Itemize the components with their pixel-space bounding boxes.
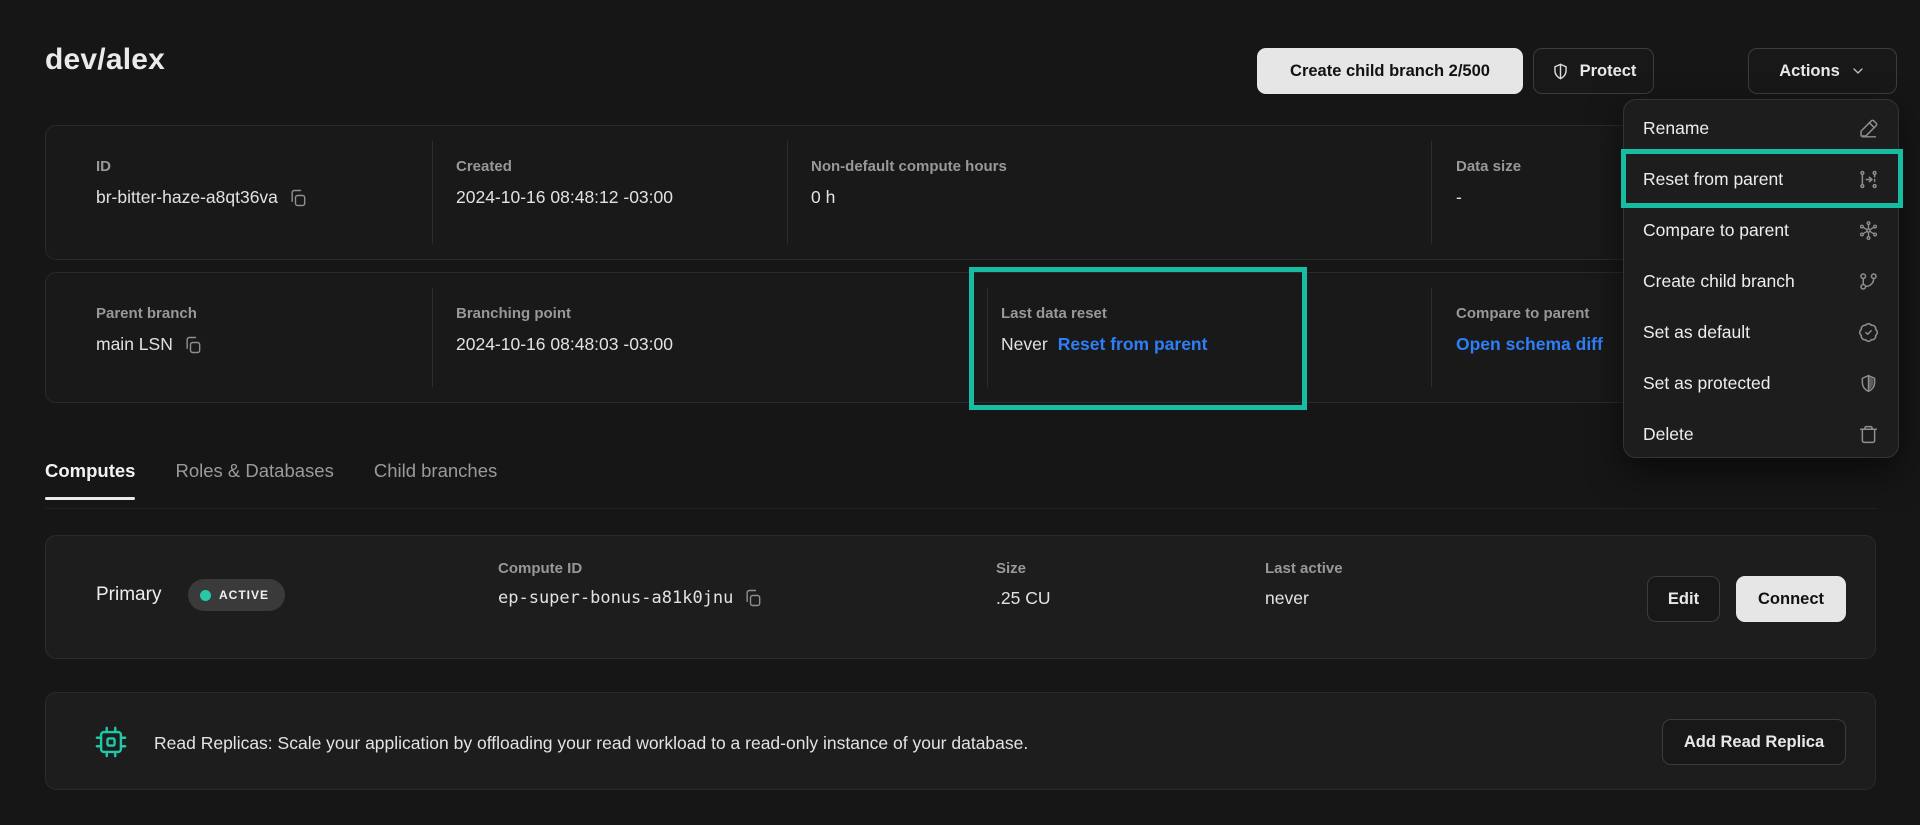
copy-icon[interactable] bbox=[183, 335, 203, 355]
data-size-field: Data size - bbox=[1456, 158, 1521, 208]
compute-id-value: ep-super-bonus-a81k0jnu bbox=[498, 588, 733, 608]
menu-item-rename[interactable]: Rename bbox=[1624, 103, 1898, 154]
cpu-chip-icon bbox=[94, 725, 128, 759]
protect-button[interactable]: Protect bbox=[1533, 48, 1654, 94]
copy-icon[interactable] bbox=[743, 588, 763, 608]
pencil-icon bbox=[1858, 118, 1879, 139]
trash-icon bbox=[1858, 424, 1879, 445]
compare-to-parent-field: Compare to parent Open schema diff bbox=[1456, 305, 1603, 355]
shield-icon bbox=[1551, 62, 1570, 81]
menu-item-delete[interactable]: Delete bbox=[1624, 409, 1898, 460]
compute-name: Primary bbox=[96, 584, 161, 606]
menu-item-reset-from-parent[interactable]: Reset from parent bbox=[1624, 154, 1898, 205]
divider bbox=[432, 288, 433, 387]
parent-info-card: Parent branch main LSN Branching point 2… bbox=[45, 272, 1876, 403]
schema-compare-icon bbox=[1858, 220, 1879, 241]
git-branch-icon bbox=[1858, 271, 1879, 292]
menu-item-compare-to-parent[interactable]: Compare to parent bbox=[1624, 205, 1898, 256]
menu-item-set-as-default[interactable]: Set as default bbox=[1624, 307, 1898, 358]
branch-info-card: ID br-bitter-haze-a8qt36va Created 2024-… bbox=[45, 125, 1876, 260]
actions-button[interactable]: Actions bbox=[1748, 48, 1897, 94]
reset-from-parent-link[interactable]: Reset from parent bbox=[1058, 334, 1208, 355]
branch-tabs: Computes Roles & Databases Child branche… bbox=[45, 460, 497, 500]
shield-icon bbox=[1858, 373, 1879, 394]
divider bbox=[432, 141, 433, 244]
created-field: Created 2024-10-16 08:48:12 -03:00 bbox=[456, 158, 673, 208]
badge-check-icon bbox=[1858, 322, 1879, 343]
read-replicas-text: Read Replicas: Scale your application by… bbox=[154, 733, 1028, 754]
edit-button[interactable]: Edit bbox=[1647, 576, 1720, 622]
compute-id-field: Compute ID ep-super-bonus-a81k0jnu bbox=[498, 560, 763, 608]
branch-page: dev/alex Create child branch 2/500 Prote… bbox=[0, 0, 1920, 825]
menu-item-create-child-branch[interactable]: Create child branch bbox=[1624, 256, 1898, 307]
create-child-branch-button[interactable]: Create child branch 2/500 bbox=[1257, 48, 1523, 94]
divider bbox=[987, 288, 988, 387]
tab-roles-databases[interactable]: Roles & Databases bbox=[175, 460, 333, 500]
actions-menu: Rename Reset from parent Compare to pare… bbox=[1623, 99, 1899, 458]
tab-child-branches[interactable]: Child branches bbox=[374, 460, 497, 500]
branch-id-field: ID br-bitter-haze-a8qt36va bbox=[96, 158, 308, 208]
divider bbox=[1431, 141, 1432, 244]
tab-computes[interactable]: Computes bbox=[45, 460, 135, 500]
branching-point-field: Branching point 2024-10-16 08:48:03 -03:… bbox=[456, 305, 673, 355]
open-schema-diff-link[interactable]: Open schema diff bbox=[1456, 334, 1603, 355]
chevron-down-icon bbox=[1850, 63, 1866, 79]
size-field: Size .25 CU bbox=[996, 560, 1050, 609]
read-replicas-banner: Read Replicas: Scale your application by… bbox=[45, 692, 1876, 790]
tabs-divider bbox=[45, 508, 1876, 509]
last-data-reset-field: Last data reset Never Reset from parent bbox=[1001, 305, 1207, 355]
add-read-replica-button[interactable]: Add Read Replica bbox=[1662, 719, 1846, 765]
connect-button[interactable]: Connect bbox=[1736, 576, 1846, 622]
copy-icon[interactable] bbox=[288, 188, 308, 208]
page-title: dev/alex bbox=[45, 43, 165, 77]
divider bbox=[787, 141, 788, 244]
parent-branch-field: Parent branch main LSN bbox=[96, 305, 203, 355]
reset-from-parent-icon bbox=[1858, 169, 1879, 190]
parent-branch-value: main LSN bbox=[96, 334, 173, 355]
divider bbox=[1431, 288, 1432, 387]
last-active-field: Last active never bbox=[1265, 560, 1343, 609]
compute-row: Primary ACTIVE Compute ID ep-super-bonus… bbox=[45, 535, 1876, 659]
compute-hours-field: Non-default compute hours 0 h bbox=[811, 158, 1007, 208]
menu-item-set-as-protected[interactable]: Set as protected bbox=[1624, 358, 1898, 409]
active-dot-icon bbox=[200, 590, 211, 601]
status-badge: ACTIVE bbox=[188, 579, 285, 611]
last-reset-value: Never bbox=[1001, 334, 1048, 355]
branch-id-value: br-bitter-haze-a8qt36va bbox=[96, 187, 278, 208]
